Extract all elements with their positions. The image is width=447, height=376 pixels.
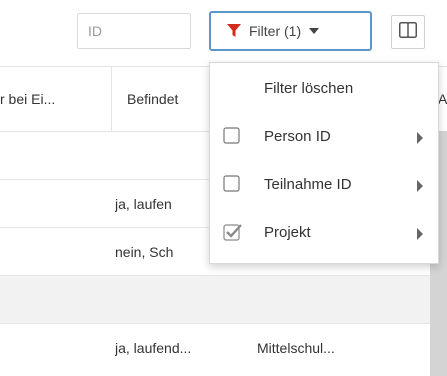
- table-cell: ja, laufend...: [115, 340, 192, 356]
- columns-toggle-button[interactable]: [391, 15, 425, 49]
- clear-filter-label: Filter löschen: [264, 80, 354, 97]
- clear-filter-menu-item[interactable]: Filter löschen: [210, 65, 438, 113]
- table-cell: [127, 132, 217, 180]
- table-cell: [115, 276, 209, 324]
- checked-checkbox-icon[interactable]: [223, 223, 242, 241]
- search-input[interactable]: [77, 13, 191, 49]
- filter-button[interactable]: Filter (1): [209, 11, 372, 51]
- table-row[interactable]: ja, laufend... Mittelschul...: [0, 324, 430, 372]
- table-cell: Mittelschul...: [257, 340, 335, 356]
- menu-item-person-id[interactable]: Person ID: [210, 113, 438, 161]
- chevron-right-icon: [416, 131, 424, 144]
- column-header[interactable]: r bei Ei...: [0, 67, 104, 131]
- table-row[interactable]: [0, 276, 430, 324]
- column-header[interactable]: Befindet: [127, 67, 217, 131]
- column-header[interactable]: A: [438, 67, 447, 131]
- chevron-right-icon: [416, 179, 424, 192]
- menu-item-projekt[interactable]: Projekt: [210, 209, 438, 257]
- filter-dropdown-menu: Filter löschen Person ID Teilnahme ID Pr…: [209, 62, 439, 264]
- unchecked-checkbox-icon[interactable]: [223, 127, 241, 145]
- unchecked-checkbox-icon[interactable]: [223, 175, 241, 193]
- funnel-icon: [227, 24, 241, 38]
- caret-down-icon: [309, 28, 320, 34]
- menu-item-teilnahme-id[interactable]: Teilnahme ID: [210, 161, 438, 209]
- filter-button-label: Filter (1): [249, 23, 302, 39]
- chevron-right-icon: [416, 227, 424, 240]
- menu-item-label: Person ID: [264, 128, 331, 145]
- columns-icon: [399, 21, 417, 43]
- menu-item-label: Teilnahme ID: [264, 176, 352, 193]
- menu-item-label: Projekt: [264, 224, 311, 241]
- table-cell: ja, laufen: [115, 196, 172, 212]
- table-cell: [256, 276, 416, 324]
- table-cell: nein, Sch: [115, 244, 174, 260]
- toolbar: Filter (1): [0, 0, 447, 66]
- column-divider[interactable]: [111, 67, 112, 131]
